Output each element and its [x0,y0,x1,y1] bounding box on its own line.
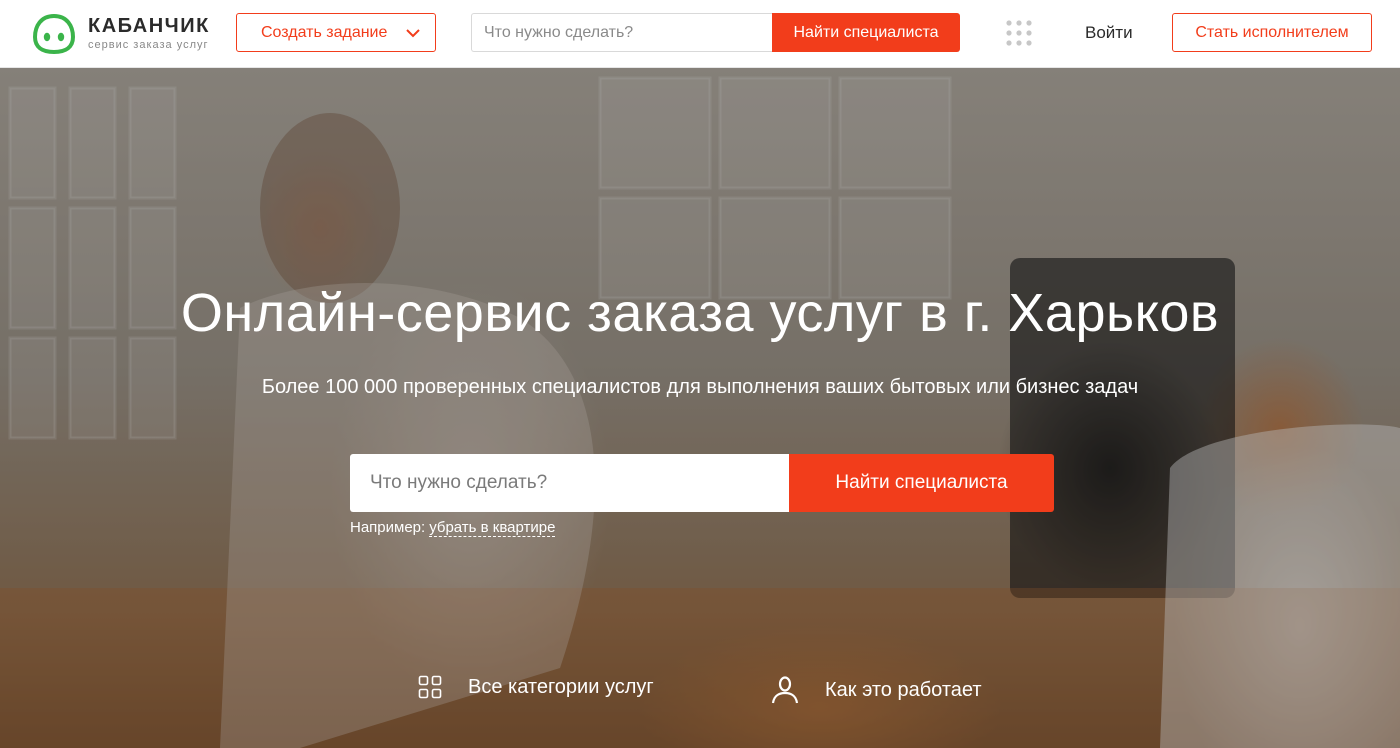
example-prefix: Например: [350,519,426,536]
example-link[interactable]: убрать в квартире [429,519,556,537]
all-categories-label: Все категории услуг [468,675,654,698]
how-it-works-label: Как это работает [825,678,982,701]
become-performer-button[interactable]: Стать исполнителем [1172,13,1372,52]
logo-subtitle: сервис заказа услуг [88,39,209,51]
hero-title: Онлайн-сервис заказа услуг в г. Харьков [180,283,1220,343]
chevron-down-icon [406,29,420,38]
login-link[interactable]: Войти [1085,23,1133,43]
logo[interactable]: КАБАНЧИК сервис заказа услуг [32,11,212,55]
header-find-specialist-button[interactable]: Найти специалиста [772,13,960,52]
how-it-works-link[interactable]: Как это работает [771,675,982,705]
hero-subtitle: Более 100 000 проверенных специалистов д… [261,376,1139,398]
hero-section: Онлайн-сервис заказа услуг в г. Харьков … [0,68,1400,748]
header-search-input[interactable] [471,13,773,52]
create-task-button[interactable]: Создать задание [236,13,436,52]
categories-grid-icon [418,675,442,699]
create-task-label: Создать задание [261,23,388,41]
site-header: КАБАНЧИК сервис заказа услуг Создать зад… [0,0,1400,68]
logo-title: КАБАНЧИК [88,15,210,37]
apps-grid-icon[interactable] [1006,20,1032,46]
hero-search-input[interactable] [350,454,789,512]
user-icon [771,676,799,704]
hero-overlay [0,68,1400,748]
pig-logo-icon [32,13,76,55]
hero-find-specialist-button[interactable]: Найти специалиста [789,454,1054,512]
search-example: Например: убрать в квартире [350,519,556,537]
all-categories-link[interactable]: Все категории услуг [418,675,654,699]
